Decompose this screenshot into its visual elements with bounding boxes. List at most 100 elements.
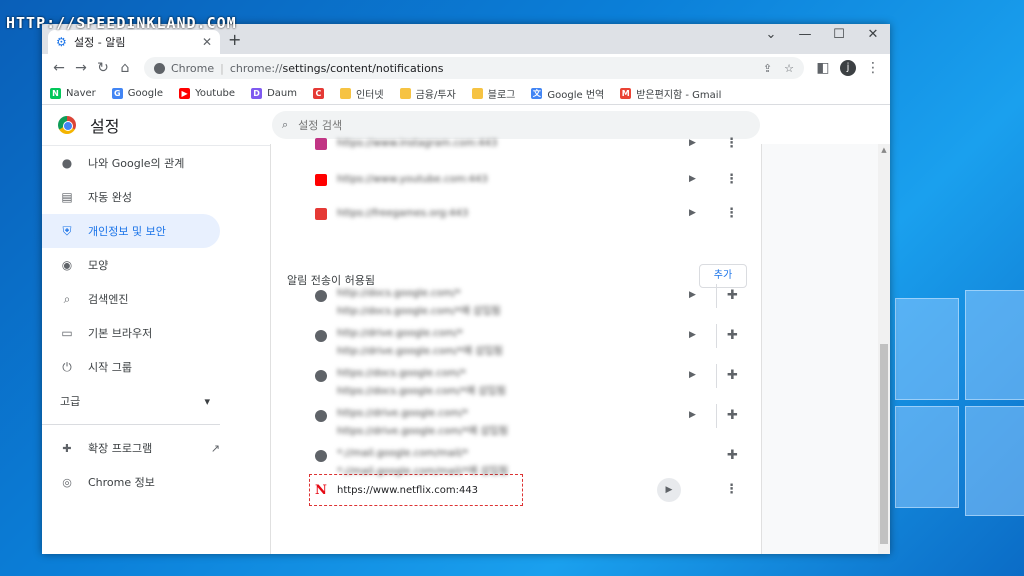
sidebar-item-about[interactable]: ◎ Chrome 정보: [42, 465, 220, 499]
globe-icon: [315, 370, 327, 382]
sidebar-item-startup[interactable]: ⏻ 시작 그룹: [42, 350, 220, 384]
globe-icon: [315, 330, 327, 342]
bookmark-icon: [399, 87, 411, 99]
netflix-url: https://www.netflix.com:443: [337, 485, 479, 496]
scroll-up-icon: ▲: [881, 146, 887, 154]
chevron-right-icon[interactable]: ▶: [689, 330, 696, 340]
add-button[interactable]: 추가: [699, 264, 747, 288]
puzzle-icon: ✚: [62, 441, 72, 455]
sidebar-advanced[interactable]: 고급 ▾: [42, 384, 210, 418]
tab-close-button[interactable]: ✕: [202, 35, 212, 49]
chrome-icon: [154, 62, 165, 74]
chevron-right-icon[interactable]: ▶: [689, 174, 696, 184]
bookmark-icon: M: [620, 87, 632, 99]
chevron-down-icon: ▾: [204, 394, 210, 408]
extension-puzzle-icon: ✚: [727, 448, 738, 463]
bookmark-item[interactable]: D Daum: [251, 87, 297, 99]
toolbar: ← → ↻ ⌂ Chrome | chrome://settings/conte…: [42, 54, 890, 82]
bookmark-item[interactable]: 금융/투자: [399, 86, 456, 101]
more-icon[interactable]: ⋮: [725, 206, 738, 221]
bookmark-icon: D: [251, 87, 263, 99]
chevron-right-icon[interactable]: ▶: [689, 208, 696, 218]
sidebar-item-google[interactable]: ● 나와 Google의 관계: [42, 146, 220, 180]
browser-icon: ▭: [61, 326, 73, 340]
more-icon[interactable]: ⋮: [725, 136, 738, 151]
bookmark-item[interactable]: ▶ Youtube: [179, 87, 235, 99]
power-icon: ⏻: [62, 359, 72, 374]
shield-icon: ⛨: [62, 223, 72, 238]
chevron-right-icon[interactable]: ▶: [689, 138, 696, 148]
menu-icon[interactable]: ⋮: [862, 60, 884, 76]
bookmark-icon: ▶: [179, 87, 191, 99]
bookmark-icon: [471, 87, 483, 99]
page-title: 설정: [90, 117, 120, 136]
tab-search-button[interactable]: ⌄: [754, 24, 788, 46]
netflix-icon: N: [315, 483, 327, 498]
minimize-button[interactable]: —: [788, 24, 822, 46]
new-tab-button[interactable]: +: [228, 30, 241, 49]
palette-icon: ◉: [61, 258, 73, 272]
search-input[interactable]: [296, 117, 701, 133]
search-icon: ⌕: [63, 291, 71, 306]
notifications-card: 알림 전송이 허용됨 추가 N https://www.netflix.com:…: [270, 136, 762, 554]
tab-settings[interactable]: ⚙ 설정 - 알림 ✕: [48, 30, 220, 54]
extension-puzzle-icon: ✚: [727, 288, 738, 303]
bookmark-item[interactable]: C: [312, 87, 324, 99]
bookmark-item[interactable]: G Google: [111, 87, 163, 99]
chevron-right-icon[interactable]: ▶: [689, 290, 696, 300]
bookmark-item[interactable]: 블로그: [471, 86, 515, 101]
avatar[interactable]: j: [840, 60, 856, 76]
chrome-label: Chrome: [171, 61, 215, 75]
reload-button[interactable]: ↻: [92, 60, 114, 76]
netflix-more-button[interactable]: ⋮: [725, 482, 738, 497]
star-icon[interactable]: ☆: [784, 62, 794, 75]
side-panel-icon[interactable]: ◧: [812, 60, 834, 76]
bookmarks-bar: N Naver G Google ▶ Youtube D Daum C 인터넷 금융/투자 블로그 文 G…: [42, 82, 890, 105]
share-icon[interactable]: ⇪: [763, 62, 772, 75]
sidebar-item-autofill[interactable]: ▤ 자동 완성: [42, 180, 220, 214]
bookmark-item[interactable]: N Naver: [50, 87, 96, 99]
globe-icon: [315, 450, 327, 462]
globe-icon: [315, 290, 327, 302]
more-icon[interactable]: ⋮: [725, 172, 738, 187]
bookmark-item[interactable]: 인터넷: [339, 86, 384, 101]
search-icon: ⌕: [282, 118, 289, 131]
tab-title: 설정 - 알림: [74, 36, 126, 49]
home-button[interactable]: ⌂: [114, 60, 136, 76]
open-external-icon: ↗: [210, 441, 220, 455]
bookmark-icon: N: [50, 87, 61, 99]
globe-icon: [315, 410, 327, 422]
bookmark-icon: [339, 87, 351, 99]
sidebar-item-extensions[interactable]: ✚ 확장 프로그램 ↗: [42, 431, 220, 465]
bookmark-item[interactable]: M 받은편지함 - Gmail: [620, 86, 721, 101]
close-window-button[interactable]: ✕: [856, 24, 890, 46]
bookmark-icon: G: [111, 87, 123, 99]
settings-search[interactable]: ⌕: [272, 111, 760, 139]
extension-puzzle-icon: ✚: [727, 408, 738, 423]
sidebar-item-search-engine[interactable]: ⌕ 검색엔진: [42, 282, 220, 316]
main-content: 알림 전송이 허용됨 추가 N https://www.netflix.com:…: [270, 136, 890, 554]
chevron-right-icon[interactable]: ▶: [689, 370, 696, 380]
allowed-section-title: 알림 전송이 허용됨: [287, 274, 375, 287]
site-favicon-icon: [315, 138, 327, 150]
browser-window: ⚙ 설정 - 알림 ✕ + ⌄ — ☐ ✕ ← → ↻ ⌂ Chrome | c…: [42, 24, 890, 554]
bookmark-item[interactable]: 文 Google 번역: [531, 86, 604, 101]
scrollbar-thumb[interactable]: [880, 344, 888, 544]
maximize-button[interactable]: ☐: [822, 24, 856, 46]
url-text: chrome://settings/content/notifications: [229, 61, 444, 75]
chevron-right-icon[interactable]: ▶: [689, 410, 696, 420]
scrollbar[interactable]: ▲: [878, 144, 890, 554]
address-bar[interactable]: Chrome | chrome://settings/content/notif…: [144, 57, 804, 79]
extension-puzzle-icon: ✚: [727, 368, 738, 383]
person-icon: ●: [61, 156, 73, 170]
windows-logo: [895, 290, 1024, 520]
sidebar-item-appearance[interactable]: ◉ 모양: [42, 248, 220, 282]
netflix-arrow-button[interactable]: ▶: [657, 478, 681, 502]
sidebar: ● 나와 Google의 관계 ▤ 자동 완성 ⛨ 개인정보 및 보안 ◉ 모양 ⌕ 검색…: [42, 144, 270, 554]
chrome-icon: ◎: [62, 475, 72, 489]
extension-puzzle-icon: ✚: [727, 328, 738, 343]
back-button[interactable]: ←: [48, 60, 70, 76]
forward-button[interactable]: →: [70, 60, 92, 76]
sidebar-item-default-browser[interactable]: ▭ 기본 브라우저: [42, 316, 220, 350]
sidebar-item-privacy[interactable]: ⛨ 개인정보 및 보안: [42, 214, 220, 248]
